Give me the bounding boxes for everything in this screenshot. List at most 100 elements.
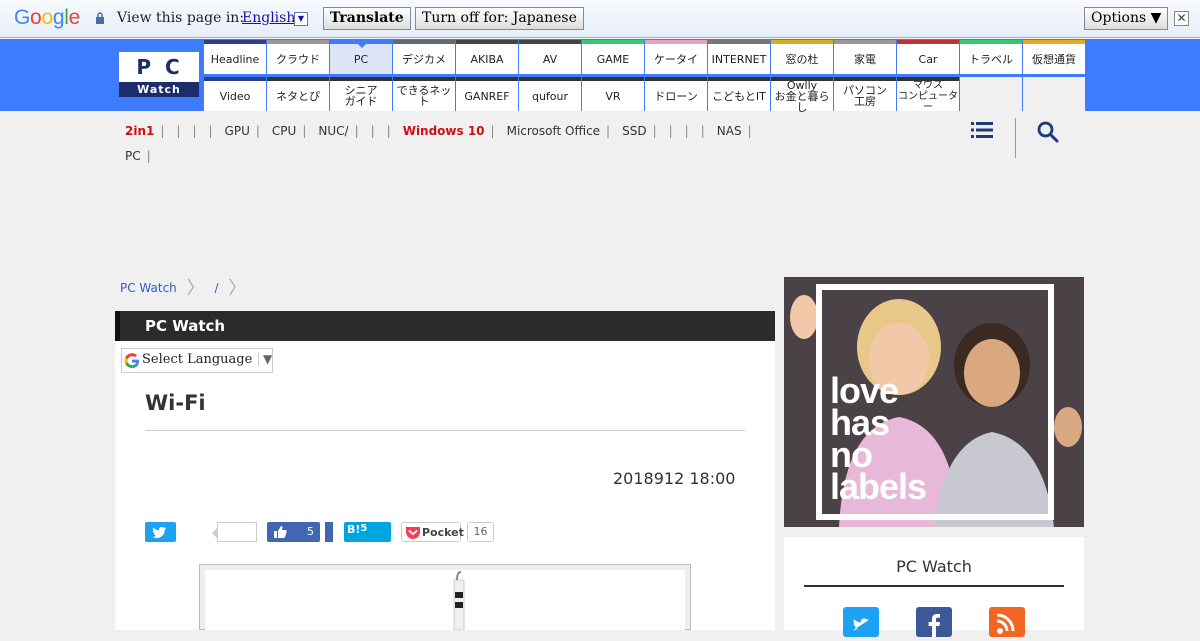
lock-icon <box>96 12 104 24</box>
topic-separator: | <box>192 124 197 138</box>
nav-item[interactable]: INTERNET <box>708 40 770 74</box>
hatena-count: 5 <box>360 523 368 534</box>
language-select[interactable]: Select Language ▼ <box>121 348 273 373</box>
hamburger-menu-icon[interactable] <box>971 121 993 139</box>
nav-item[interactable]: Headline <box>204 40 266 74</box>
topic-separator: | <box>208 124 213 138</box>
topic-link[interactable]: SSD <box>622 124 646 138</box>
article-title: Wi-Fi <box>145 391 206 415</box>
site-logo[interactable]: PC Watch <box>119 52 199 97</box>
nav-sub-item[interactable]: マウス コンピューター <box>897 77 959 113</box>
nav-item[interactable]: 家電 <box>834 40 896 74</box>
hatena-bookmark-icon: B!5 <box>347 523 368 536</box>
nav-item[interactable]: PC <box>330 40 392 74</box>
share-buttons: 5 B!5 Pocket 16 <box>145 522 505 544</box>
topic-separator: | <box>386 124 391 138</box>
nav-sub-item[interactable]: ドローン <box>645 77 707 111</box>
topic-separator: | <box>160 124 165 138</box>
topic-separator: | <box>606 124 611 138</box>
facebook-count: 5 <box>307 525 314 538</box>
pocket-label: Pocket <box>422 526 464 539</box>
nav-sub-item[interactable]: パソコン 工房 <box>834 77 896 111</box>
google-g-icon <box>124 353 139 368</box>
facebook-follow-icon[interactable] <box>916 607 952 637</box>
topic-link[interactable]: Windows 10 <box>403 124 485 138</box>
advertisement[interactable]: love has no labels <box>784 277 1084 527</box>
nav-grid: Headline クラウド PC デジカメ AKIBA AV GAME ケータイ INTERNE… <box>204 40 1085 114</box>
rss-icon[interactable] <box>989 607 1025 637</box>
nav-sub-label: マウス コンピューター <box>898 79 958 113</box>
nav-sub-label: シニア ガイド <box>344 84 378 108</box>
close-icon[interactable]: ✕ <box>1174 11 1189 26</box>
nav-item[interactable]: ケータイ <box>645 40 707 74</box>
nav-sub-label: こどもとIT <box>712 89 766 103</box>
topic-link[interactable]: Microsoft Office <box>507 124 600 138</box>
nav-sub-item[interactable]: GANREF <box>456 77 518 111</box>
topic-link[interactable]: 2in1 <box>125 124 154 138</box>
thumbs-up-icon <box>274 526 287 538</box>
section-title: PC Watch <box>145 317 226 335</box>
nav-item[interactable]: Car <box>897 40 959 74</box>
language-link[interactable]: English <box>242 10 295 26</box>
breadcrumb-sub[interactable]: / <box>214 281 218 295</box>
article: PC Watch Select Language ▼ Wi-Fi 2018912… <box>115 311 775 631</box>
topic-link[interactable]: GPU <box>225 124 250 138</box>
article-image-frame <box>205 570 685 631</box>
search-icon[interactable] <box>1037 121 1059 143</box>
language-select-label: Select Language <box>142 352 253 367</box>
topic-link[interactable]: NUC/ <box>318 124 348 138</box>
nav-item[interactable]: GAME <box>582 40 644 74</box>
nav-item[interactable]: クラウド <box>267 40 329 74</box>
pocket-button[interactable]: Pocket <box>401 522 464 542</box>
translate-bar: Google View this page in: English ▼ Tran… <box>0 0 1200 38</box>
topic-separator: | <box>490 124 495 138</box>
topic-row: PC | <box>125 144 915 169</box>
article-image[interactable] <box>199 564 691 631</box>
topic-links: 2in1 | | | | GPU | CPU | NUC/ | | | Windows 10 | Micros… <box>125 119 915 169</box>
view-page-label: View this page in: <box>117 10 245 26</box>
options-button[interactable]: Options ▼ <box>1084 7 1169 30</box>
nav-item[interactable]: 仮想通貨 <box>1023 40 1085 74</box>
nav-sub-label: できるネット <box>396 84 452 108</box>
topic-separator: | <box>255 124 260 138</box>
nav-item[interactable]: トラベル <box>960 40 1022 74</box>
nav-sub-item[interactable]: シニア ガイド <box>330 77 392 111</box>
nav-sub-item[interactable]: こどもとIT <box>708 77 770 111</box>
nav-sub-item[interactable]: できるネット <box>393 77 455 111</box>
language-dropdown-icon[interactable]: ▼ <box>294 12 308 26</box>
product-image <box>453 571 465 631</box>
topic-link[interactable]: CPU <box>272 124 296 138</box>
site-nav: PC Watch Headline クラウド PC デジカメ AKIBA AV GAME ケー… <box>0 39 1200 114</box>
turn-off-button[interactable]: Turn off for: Japanese <box>415 7 584 30</box>
nav-sub-item[interactable]: VR <box>582 77 644 111</box>
nav-sub-item[interactable]: qufour <box>519 77 581 111</box>
nav-item[interactable]: AV <box>519 40 581 74</box>
nav-sub-item[interactable]: ネタとぴ <box>267 77 329 111</box>
google-logo: Google <box>14 6 80 29</box>
nav-sub-item[interactable]: Owlly お金と暮らし <box>771 77 833 114</box>
translate-button[interactable]: Translate <box>323 7 411 30</box>
twitter-follow-icon[interactable] <box>843 607 879 637</box>
nav-sub-label: Owlly お金と暮らし <box>774 78 830 114</box>
twitter-share-button[interactable] <box>145 522 176 542</box>
nav-sub-label: VR <box>605 89 621 103</box>
nav-item[interactable]: AKIBA <box>456 40 518 74</box>
logo-watch-text: Watch <box>119 82 199 97</box>
article-date: 2018912 18:00 <box>613 469 736 488</box>
facebook-like-button[interactable]: 5 <box>267 522 320 542</box>
nav-empty-slot <box>960 77 1022 111</box>
nav-empty-slot <box>1023 77 1085 111</box>
header-divider <box>1015 118 1016 158</box>
nav-item[interactable]: 窓の杜 <box>771 40 833 74</box>
facebook-extra[interactable] <box>325 522 333 542</box>
hatena-bookmark-button[interactable]: B!5 <box>344 522 391 542</box>
nav-sub-item[interactable]: Video <box>204 77 266 111</box>
nav-item[interactable]: デジカメ <box>393 40 455 74</box>
topic-separator: | <box>747 124 752 138</box>
ad-headline: love has no labels <box>830 370 927 507</box>
topic-link[interactable]: PC <box>125 149 141 163</box>
topic-link[interactable]: NAS <box>717 124 742 138</box>
breadcrumb-home[interactable]: PC Watch <box>120 281 177 295</box>
topic-row: 2in1 | | | | GPU | CPU | NUC/ | | | Windows 10 | Micros… <box>125 119 915 144</box>
title-divider <box>145 430 745 431</box>
